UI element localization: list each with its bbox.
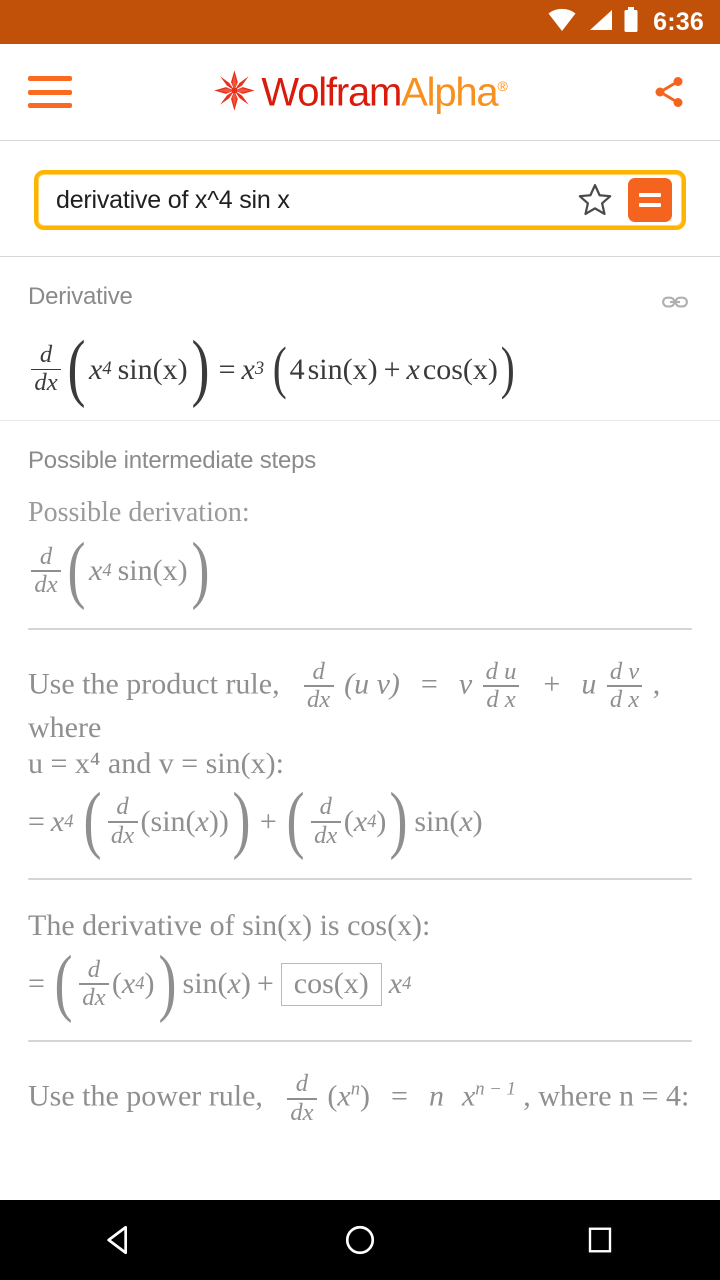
equals-icon[interactable]	[628, 178, 672, 222]
power-rule-text: Use the power rule, d dx (xn) = n xn − 1…	[28, 1070, 690, 1126]
wolframalpha-logo[interactable]: WolframAlpha®	[213, 68, 508, 117]
step-power-rule: Use the power rule, d dx (xn) = n xn − 1…	[0, 1072, 720, 1125]
derivative-pod: Derivative d dx ( x4 sin(x) ) = x 3 (4 …	[0, 257, 720, 420]
search-box[interactable]	[34, 170, 686, 230]
equals-bar	[639, 203, 661, 207]
cell-signal-icon	[586, 8, 614, 37]
chain-link-icon[interactable]	[658, 285, 692, 319]
step-sine-derivative: The derivative of sin(x) is cos(x): = ( …	[0, 909, 720, 1024]
d-dx-fraction: d dx	[310, 795, 341, 848]
step-separator	[28, 878, 692, 881]
product-rule-result-math: = x4 ( d dx (sin(x)) ) + ( d dx (x 4)…	[28, 778, 483, 862]
pod-title-derivative: Derivative	[28, 283, 133, 310]
logo-alpha-text: Alpha	[401, 70, 499, 114]
steps-subheading: Possible derivation:	[28, 496, 250, 528]
product-rule-substitution: u = x⁴ and v = sin(x):	[28, 746, 284, 780]
initial-expression-math: d dx ( x4 sin(x) )	[28, 532, 213, 607]
d-dx-fraction: d dx	[31, 544, 61, 598]
share-icon[interactable]	[646, 69, 692, 115]
back-triangle-icon[interactable]	[65, 1200, 175, 1280]
derivative-formula-math: d dx ( x4 sin(x) ) = x3 ( 4 sin(x) + x c…	[28, 331, 517, 405]
d-dx-fraction: d dx	[107, 795, 138, 848]
wifi-icon	[547, 8, 577, 37]
dv-dx-fraction: d v d x	[606, 659, 643, 713]
fraction-numerator: d	[39, 341, 53, 368]
steps-heading: Possible intermediate steps	[28, 446, 317, 474]
d-dx-fraction: d dx	[78, 957, 109, 1011]
logo-wolfram-text: Wolfram	[261, 70, 402, 114]
du-dx-fraction: d u d x	[482, 659, 520, 713]
product-rule-text: Use the product rule, d dx (u v) = v d u…	[28, 657, 661, 745]
derivative-formula: d dx ( x4 sin(x) ) = x3 ( 4 sin(x) + x c…	[28, 331, 692, 405]
recents-square-icon[interactable]	[545, 1200, 655, 1280]
app-bar: WolframAlpha®	[0, 44, 720, 140]
hamburger-bar	[28, 89, 72, 95]
android-navigation-bar	[0, 1200, 720, 1280]
hamburger-menu-icon[interactable]	[28, 76, 72, 108]
step-product-rule-result: = x4 ( d dx (sin(x)) ) + ( d dx (x 4)…	[28, 778, 692, 862]
hamburger-bar	[28, 103, 72, 108]
home-circle-icon[interactable]	[305, 1200, 415, 1280]
fraction-denominator: dx	[34, 369, 58, 397]
step-separator	[28, 1040, 692, 1043]
sine-derivative-result-math: = ( d dx (x 4) ) sin(x) + cos(x) x4	[28, 940, 412, 1024]
star-outline-icon[interactable]	[570, 175, 620, 225]
search-input[interactable]	[56, 185, 570, 215]
step-separator	[28, 627, 692, 630]
status-bar-clock: 6:36	[653, 7, 704, 36]
d-dx-fraction: d dx	[31, 341, 61, 397]
status-bar: 6:36	[0, 0, 720, 44]
step-product-rule: Use the product rule, d dx (u v) = v d u…	[0, 657, 720, 862]
equals-bar	[639, 193, 661, 197]
results-scroll-area[interactable]: Derivative d dx ( x4 sin(x) ) = x 3 (4 …	[0, 257, 720, 1153]
intermediate-steps-pod: Possible intermediate steps Possible der…	[0, 421, 720, 607]
highlighted-term: cos(x)	[280, 962, 382, 1006]
wolfram-spikey-icon	[213, 70, 255, 117]
d-dx-fraction: d dx	[286, 1072, 317, 1125]
battery-icon	[623, 6, 639, 38]
sine-derivative-text: The derivative of sin(x) is cos(x):	[28, 909, 431, 943]
logo-text: WolframAlpha®	[261, 70, 507, 114]
search-area	[0, 141, 720, 256]
logo-trademark: ®	[497, 77, 507, 94]
step-initial-expression: d dx ( x4 sin(x) )	[28, 532, 692, 607]
step-sine-derivative-result: = ( d dx (x 4) ) sin(x) + cos(x) x4	[28, 940, 692, 1024]
d-dx-fraction: d dx	[303, 659, 334, 713]
hamburger-bar	[28, 76, 72, 81]
